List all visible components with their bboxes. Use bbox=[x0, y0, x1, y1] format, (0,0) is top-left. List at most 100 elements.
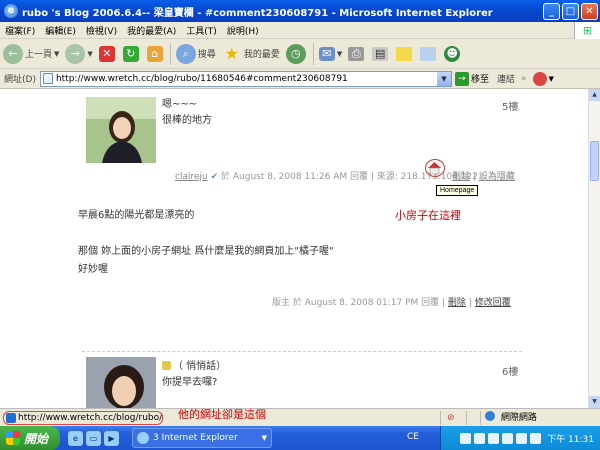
ie-window: e rubo 's Blog 2006.6.4-- 梁皇寶欄 - #commen… bbox=[0, 0, 600, 450]
vertical-scrollbar[interactable]: ▲ ▼ bbox=[588, 89, 600, 408]
menu-file[interactable]: 檔案(F) bbox=[5, 24, 35, 37]
tray-network-icon[interactable] bbox=[474, 432, 486, 444]
menu-help[interactable]: 說明(H) bbox=[227, 24, 259, 37]
globe-icon bbox=[485, 411, 495, 421]
back-arrow-icon: ← bbox=[3, 43, 23, 64]
author-link[interactable]: claireju bbox=[175, 172, 208, 182]
refresh-button[interactable]: ↻ bbox=[122, 45, 141, 62]
search-label: 搜尋 bbox=[197, 50, 216, 60]
back-dropdown-icon: ▼ bbox=[54, 49, 60, 58]
quick-launch: e ▭ ▶ bbox=[68, 430, 122, 446]
ie-quicklaunch-icon[interactable]: e bbox=[68, 430, 83, 446]
popup-blocker-icon[interactable]: ⊘ bbox=[440, 411, 466, 425]
messenger-button[interactable]: ☻ bbox=[444, 45, 462, 62]
scroll-down-icon[interactable]: ▼ bbox=[589, 396, 600, 408]
stop-icon: ✕ bbox=[98, 45, 115, 62]
go-button[interactable]: → 移至 bbox=[454, 71, 489, 86]
floor-number: 6樓 bbox=[502, 367, 519, 378]
avatar[interactable] bbox=[86, 97, 156, 163]
star-icon: ★ bbox=[224, 43, 239, 63]
tray-security-icon[interactable] bbox=[488, 432, 500, 444]
windows-flag-icon bbox=[6, 431, 20, 445]
address-bar: 網址(D) http://www.wretch.cc/blog/rubo/116… bbox=[0, 69, 600, 89]
tray-app-icon[interactable] bbox=[502, 432, 514, 444]
scroll-thumb[interactable] bbox=[590, 141, 599, 181]
toolbar-divider bbox=[169, 42, 171, 65]
search-button[interactable]: ⌕ 搜尋 bbox=[175, 43, 216, 64]
window-title: rubo 's Blog 2006.6.4-- 梁皇寶欄 - #comment2… bbox=[22, 7, 493, 19]
avatar-photo bbox=[86, 357, 156, 408]
toolbar: ← 上一頁 ▼ → ▼ ✕ ↻ ⌂ ⌕ 搜尋 ★ 我的最愛 ◷ ✉ ▼ ⎙ ▤ ☻ bbox=[0, 39, 600, 69]
media-quicklaunch-icon[interactable]: ▶ bbox=[104, 430, 119, 446]
menu-edit[interactable]: 編輯(E) bbox=[45, 24, 76, 37]
comment-6-text: （ 悄悄話） 你提早去囉? bbox=[162, 359, 226, 391]
reply-meta: 版主 於 August 8, 2008 01:17 PM 回覆 | 刪除 | 修… bbox=[272, 298, 511, 308]
home-icon: ⌂ bbox=[146, 45, 163, 62]
research-button[interactable] bbox=[420, 46, 438, 61]
minimize-button[interactable]: _ bbox=[543, 2, 560, 20]
menu-bar: 檔案(F) 編輯(E) 檢視(V) 我的最愛(A) 工具(T) 說明(H) ⊞ bbox=[0, 22, 600, 39]
delete-link[interactable]: 刪除 bbox=[452, 172, 470, 182]
verified-icon: ✔ bbox=[210, 172, 219, 182]
menu-tools[interactable]: 工具(T) bbox=[186, 24, 217, 37]
windows-flag-icon: ⊞ bbox=[574, 22, 600, 39]
lock-icon bbox=[162, 361, 171, 370]
refresh-icon: ↻ bbox=[122, 45, 139, 62]
maximize-button[interactable]: □ bbox=[562, 2, 579, 20]
discuss-button[interactable] bbox=[396, 46, 414, 61]
toolbar-divider bbox=[312, 42, 314, 65]
scroll-up-icon[interactable]: ▲ bbox=[589, 89, 600, 101]
links-button[interactable]: 連結 bbox=[497, 72, 515, 85]
taskbar-ie-group[interactable]: 3 Internet Explorer ▼ bbox=[132, 428, 272, 448]
annotation-house: 小房子在這裡 bbox=[395, 209, 461, 222]
start-button[interactable]: 開始 bbox=[0, 426, 60, 450]
avatar[interactable] bbox=[86, 357, 156, 408]
close-button[interactable]: ✕ bbox=[581, 2, 598, 20]
history-icon: ◷ bbox=[285, 43, 306, 64]
back-button[interactable]: ← 上一頁 ▼ bbox=[3, 43, 60, 64]
page-icon bbox=[42, 73, 53, 84]
history-button[interactable]: ◷ bbox=[285, 43, 308, 64]
reply-meta-text: 版主 於 August 8, 2008 01:17 PM 回覆 | bbox=[272, 298, 446, 308]
address-dropdown-icon[interactable]: ▼ bbox=[436, 71, 451, 86]
menu-favorites[interactable]: 我的最愛(A) bbox=[127, 24, 176, 37]
favorites-label: 我的最愛 bbox=[243, 50, 280, 60]
forward-button[interactable]: → ▼ bbox=[65, 43, 93, 64]
taskbar: 開始 e ▭ ▶ 3 Internet Explorer ▼ CE 下午 11:… bbox=[0, 426, 600, 450]
address-input[interactable]: http://www.wretch.cc/blog/rubo/11680546#… bbox=[39, 70, 452, 87]
print-button[interactable]: ⎙ bbox=[348, 46, 366, 61]
favorites-button[interactable]: ★ 我的最愛 bbox=[222, 44, 280, 64]
comment-5-actions: 刪除 | 設為隱藏 bbox=[452, 172, 515, 182]
mail-button[interactable]: ✉ ▼ bbox=[318, 46, 342, 61]
desktop-quicklaunch-icon[interactable]: ▭ bbox=[86, 430, 101, 446]
reply-delete-link[interactable]: 刪除 bbox=[448, 298, 466, 308]
edit-reply-link[interactable]: 修改回覆 bbox=[475, 298, 511, 308]
research-icon bbox=[420, 46, 437, 61]
comment-line: 嗯~~~ bbox=[162, 99, 198, 110]
home-button[interactable]: ⌂ bbox=[146, 45, 165, 62]
menu-view[interactable]: 檢視(V) bbox=[86, 24, 117, 37]
extension-dropdown-icon[interactable]: ▼ bbox=[549, 75, 554, 83]
annotation-url: 他的網址卻是這個 bbox=[178, 408, 266, 421]
hide-link[interactable]: 設為隱藏 bbox=[479, 172, 515, 182]
address-label: 網址(D) bbox=[4, 75, 36, 85]
floor-number: 5樓 bbox=[502, 102, 519, 113]
toolbar-extension-icon[interactable] bbox=[532, 71, 547, 86]
comment-line: （ 悄悄話） bbox=[162, 359, 226, 375]
stop-button[interactable]: ✕ bbox=[98, 45, 117, 62]
link-icon bbox=[6, 412, 16, 423]
tray-help-icon[interactable] bbox=[460, 432, 472, 444]
avatar-photo bbox=[86, 97, 156, 163]
tray-volume-icon[interactable] bbox=[516, 432, 528, 444]
ime-indicator[interactable]: CE bbox=[407, 432, 419, 442]
system-tray: CE 下午 11:31 bbox=[407, 426, 600, 450]
ie-logo-icon: e bbox=[4, 4, 18, 18]
status-bar: http://www.wretch.cc/blog/rubo/橘子喔 他的網址卻… bbox=[0, 408, 600, 426]
comment-line: 很棒的地方 bbox=[162, 115, 212, 126]
forward-dropdown-icon: ▼ bbox=[87, 49, 93, 58]
homepage-house-icon[interactable] bbox=[425, 159, 445, 177]
note-icon bbox=[396, 46, 413, 61]
links-chevron-icon[interactable]: » bbox=[521, 74, 527, 84]
tray-antivirus-icon[interactable] bbox=[530, 432, 542, 444]
edit-button[interactable]: ▤ bbox=[372, 46, 390, 61]
